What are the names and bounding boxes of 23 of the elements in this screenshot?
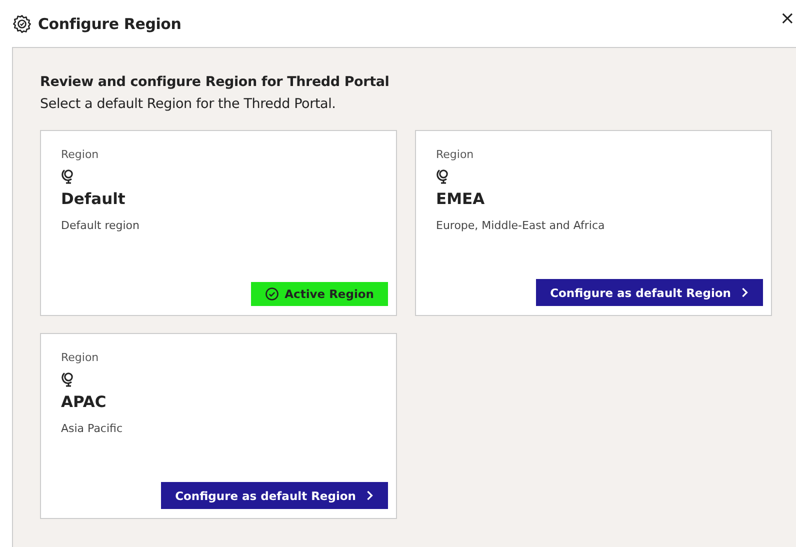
configure-default-button[interactable]: Configure as default Region [536, 279, 763, 306]
chevron-right-icon [740, 287, 749, 298]
region-description: Europe, Middle-East and Africa [436, 219, 605, 232]
section-heading: Review and configure Region for Thredd Portal [40, 74, 390, 90]
region-name: EMEA [436, 190, 485, 208]
region-description: Asia Pacific [61, 422, 123, 435]
globe-icon [436, 168, 450, 184]
check-circle-icon [264, 287, 279, 301]
region-label: Region [61, 148, 99, 161]
configure-default-button[interactable]: Configure as default Region [161, 482, 388, 509]
close-button[interactable]: × [778, 8, 796, 29]
region-label: Region [436, 148, 474, 161]
globe-icon [61, 168, 75, 184]
section-description: Select a default Region for the Thredd Portal. [40, 96, 337, 112]
region-name: APAC [61, 393, 106, 411]
dialog-title: Configure Region [38, 14, 182, 32]
badge-text: Active Region [284, 287, 374, 301]
region-description: Default region [61, 219, 140, 232]
region-name: Default [61, 190, 126, 208]
region-label: Region [61, 351, 99, 364]
globe-icon [61, 371, 75, 387]
settings-icon [12, 14, 32, 34]
chevron-right-icon [365, 490, 374, 501]
